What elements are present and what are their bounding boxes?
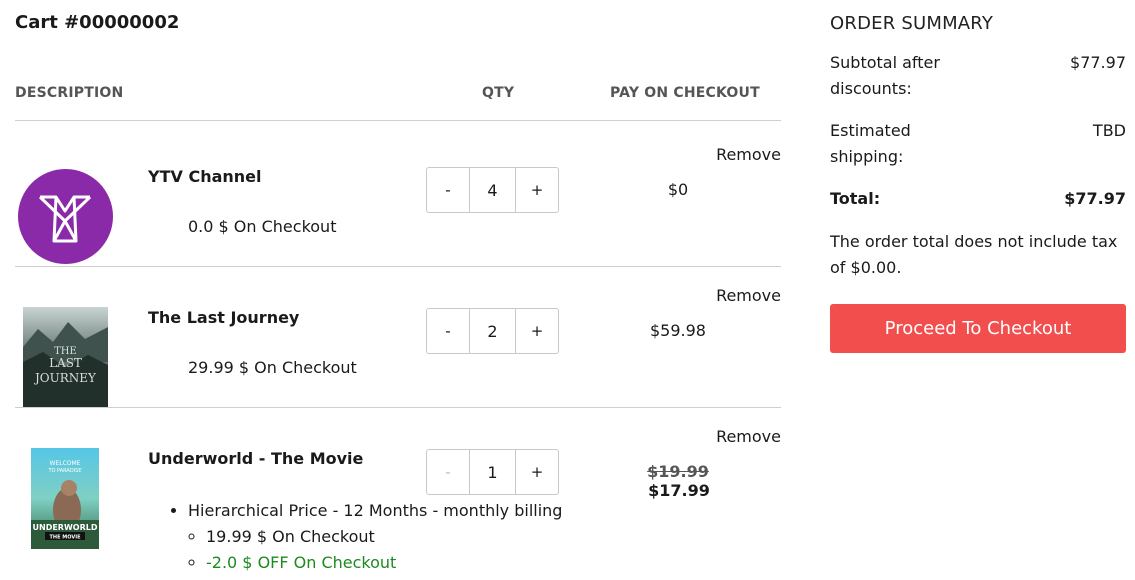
- poster-tagline-line-2: TO PARADISE: [47, 468, 81, 474]
- quantity-stepper: - 4 +: [426, 167, 559, 213]
- decrease-quantity-button[interactable]: -: [427, 450, 469, 494]
- item-name[interactable]: The Last Journey: [148, 308, 299, 327]
- item-name[interactable]: Underworld - The Movie: [148, 449, 363, 468]
- item-name[interactable]: YTV Channel: [148, 167, 262, 186]
- item-checkout-price: 29.99 $ On Checkout: [188, 358, 357, 377]
- item-price: $0: [667, 180, 689, 199]
- discount-item: -2.0 $ OFF On Checkout: [206, 550, 396, 576]
- checkout-price-item: 19.99 $ On Checkout: [206, 524, 396, 550]
- poster-title-line-3: JOURNEY: [33, 371, 97, 385]
- subtotal-value: $77.97: [1070, 53, 1126, 72]
- poster-subtitle: THE MOVIE: [50, 535, 82, 541]
- poster-tagline-line-1: WELCOME: [50, 460, 81, 467]
- item-price: $19.99 $17.99: [615, 462, 741, 500]
- tax-note: The order total does not include tax of …: [830, 232, 1118, 277]
- pricing-details: Hierarchical Price - 12 Months - monthly…: [165, 498, 562, 524]
- item-checkout-price: 0.0 $ On Checkout: [188, 217, 337, 236]
- quantity-value[interactable]: 1: [469, 450, 516, 494]
- checkout-price-label: 19.99 $ On Checkout: [206, 527, 375, 546]
- poster-title-line-2: LAST: [49, 356, 82, 370]
- item-price: $59.98: [650, 321, 706, 340]
- ytv-logo-thumbnail: [18, 169, 113, 264]
- decrease-quantity-button[interactable]: -: [427, 168, 469, 212]
- quantity-stepper: - 2 +: [426, 308, 559, 354]
- the-last-journey-poster: THE LAST JOURNEY: [23, 307, 108, 407]
- total-row: Total: $77.97: [830, 186, 1126, 212]
- original-price: $19.99: [647, 462, 709, 481]
- subtotal-row: Subtotal after discounts: $77.97: [830, 50, 1126, 102]
- increase-quantity-button[interactable]: +: [516, 450, 558, 494]
- order-summary-title: ORDER SUMMARY: [830, 13, 994, 34]
- quantity-value[interactable]: 4: [469, 168, 516, 212]
- shipping-value: TBD: [1092, 121, 1126, 140]
- total-label: Total:: [830, 189, 881, 208]
- proceed-to-checkout-button[interactable]: Proceed To Checkout: [830, 304, 1126, 353]
- column-header-pay-on-checkout: PAY ON CHECKOUT: [610, 85, 760, 101]
- pricing-breakdown: 19.99 $ On Checkout -2.0 $ OFF On Checko…: [165, 524, 396, 576]
- column-header-qty: QTY: [482, 85, 515, 101]
- quantity-value[interactable]: 2: [469, 309, 516, 353]
- quantity-stepper: - 1 +: [426, 449, 559, 495]
- cart-title: Cart #00000002: [15, 12, 180, 33]
- cart-item-ytv-channel: YTV Channel 0.0 $ On Checkout - 4 + $0 R…: [15, 121, 781, 264]
- discounted-price: $17.99: [648, 481, 710, 500]
- cart-item-underworld: WELCOME TO PARADISE UNDERWORLD THE MOVIE…: [15, 408, 781, 580]
- underworld-poster: WELCOME TO PARADISE UNDERWORLD THE MOVIE: [31, 448, 99, 549]
- pricing-plan-label: Hierarchical Price - 12 Months - monthly…: [188, 501, 563, 520]
- column-header-description: DESCRIPTION: [15, 85, 124, 101]
- cart-item-the-last-journey: THE LAST JOURNEY The Last Journey 29.99 …: [15, 267, 781, 408]
- shipping-row: Estimated shipping: TBD: [830, 118, 1126, 170]
- remove-link[interactable]: Remove: [716, 145, 781, 164]
- subtotal-label: Subtotal after discounts:: [830, 53, 940, 98]
- pricing-plan-item: Hierarchical Price - 12 Months - monthly…: [188, 498, 562, 524]
- remove-link[interactable]: Remove: [716, 427, 781, 446]
- total-value: $77.97: [1064, 189, 1126, 208]
- shipping-label: Estimated shipping:: [830, 121, 911, 166]
- increase-quantity-button[interactable]: +: [516, 168, 558, 212]
- remove-link[interactable]: Remove: [716, 286, 781, 305]
- decrease-quantity-button[interactable]: -: [427, 309, 469, 353]
- increase-quantity-button[interactable]: +: [516, 309, 558, 353]
- poster-title: UNDERWORLD: [33, 523, 98, 532]
- discount-label: -2.0 $ OFF On Checkout: [206, 553, 397, 572]
